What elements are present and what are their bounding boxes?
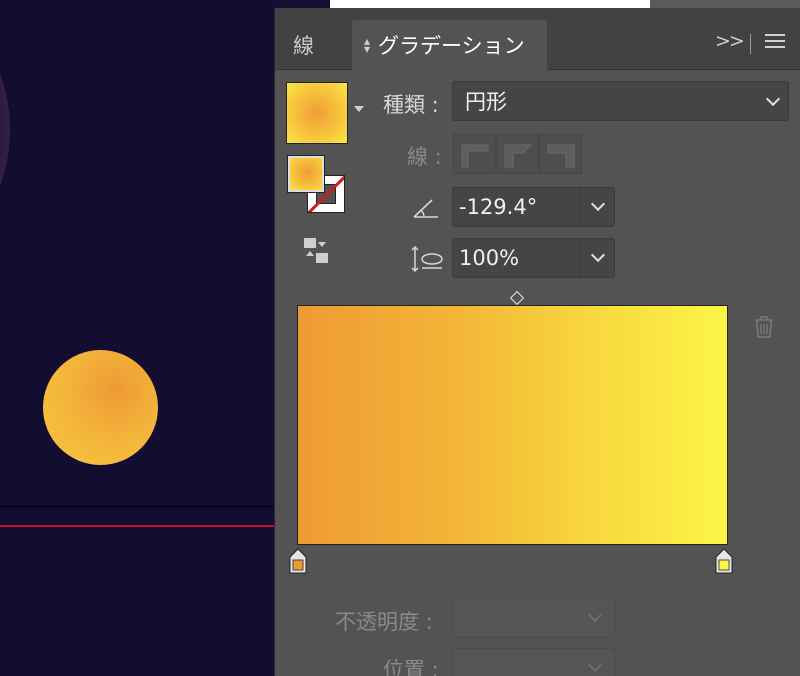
tab-gradient[interactable]: ▴ ▾ グラデーション	[352, 20, 547, 70]
aspect-ratio-dropdown[interactable]	[580, 239, 614, 277]
gradient-ramp[interactable]	[297, 305, 728, 545]
guide-line[interactable]	[0, 525, 274, 527]
angle-value[interactable]: -129.4°	[459, 195, 537, 219]
stroke-gradient-buttons	[453, 134, 582, 174]
stroke-across-button[interactable]	[539, 134, 582, 174]
chevron-down-icon	[765, 91, 781, 107]
sun-circle-shape[interactable]	[43, 350, 158, 465]
gradient-type-value: 円形	[465, 90, 507, 114]
opacity-label: 不透明度 :	[335, 610, 433, 634]
stroke-along-button[interactable]	[496, 134, 539, 174]
color-stop-right[interactable]	[715, 548, 733, 574]
angle-field[interactable]: -129.4°	[452, 187, 615, 227]
angle-icon	[413, 199, 438, 218]
opacity-field[interactable]	[452, 598, 615, 638]
artboard-canvas[interactable]	[0, 0, 274, 676]
aspect-ratio-value[interactable]: 100%	[459, 246, 519, 270]
hamburger-menu-icon[interactable]	[765, 34, 785, 52]
position-field[interactable]	[452, 648, 615, 676]
tab-stroke[interactable]: 線	[293, 20, 314, 70]
color-stop-left[interactable]	[289, 548, 307, 574]
gradient-midpoint-handle[interactable]	[509, 290, 525, 306]
position-label: 位置 :	[383, 658, 439, 676]
document-strip	[330, 0, 650, 8]
fill-swatch[interactable]	[287, 155, 325, 193]
aspect-ratio-field[interactable]: 100%	[452, 238, 615, 278]
stroke-within-button[interactable]	[453, 134, 496, 174]
gradient-type-select[interactable]: 円形	[452, 81, 789, 121]
document-strip-dark	[650, 0, 800, 8]
stroke-label: 線 :	[407, 145, 442, 169]
artboard-edge	[0, 506, 274, 507]
gradient-panel: 線 ▴ ▾ グラデーション >> 種類 : 円形 線 : -129.4° 100…	[274, 8, 800, 676]
chevron-down-icon[interactable]	[354, 106, 364, 112]
type-label: 種類 :	[383, 93, 439, 117]
aspect-ratio-icon	[411, 245, 443, 273]
tab-gradient-label: グラデーション	[378, 34, 525, 58]
angle-dropdown[interactable]	[580, 188, 614, 226]
panel-tab-bar: 線 ▴ ▾ グラデーション >>	[275, 8, 800, 70]
tab-reorder-icon: ▴ ▾	[364, 34, 371, 56]
reverse-gradient-icon[interactable]	[302, 236, 332, 266]
background-glow	[0, 0, 10, 270]
double-chevron-right-icon[interactable]: >>	[715, 30, 745, 52]
gradient-swatch[interactable]	[286, 82, 348, 144]
trash-icon[interactable]	[753, 315, 775, 339]
divider	[750, 34, 751, 54]
